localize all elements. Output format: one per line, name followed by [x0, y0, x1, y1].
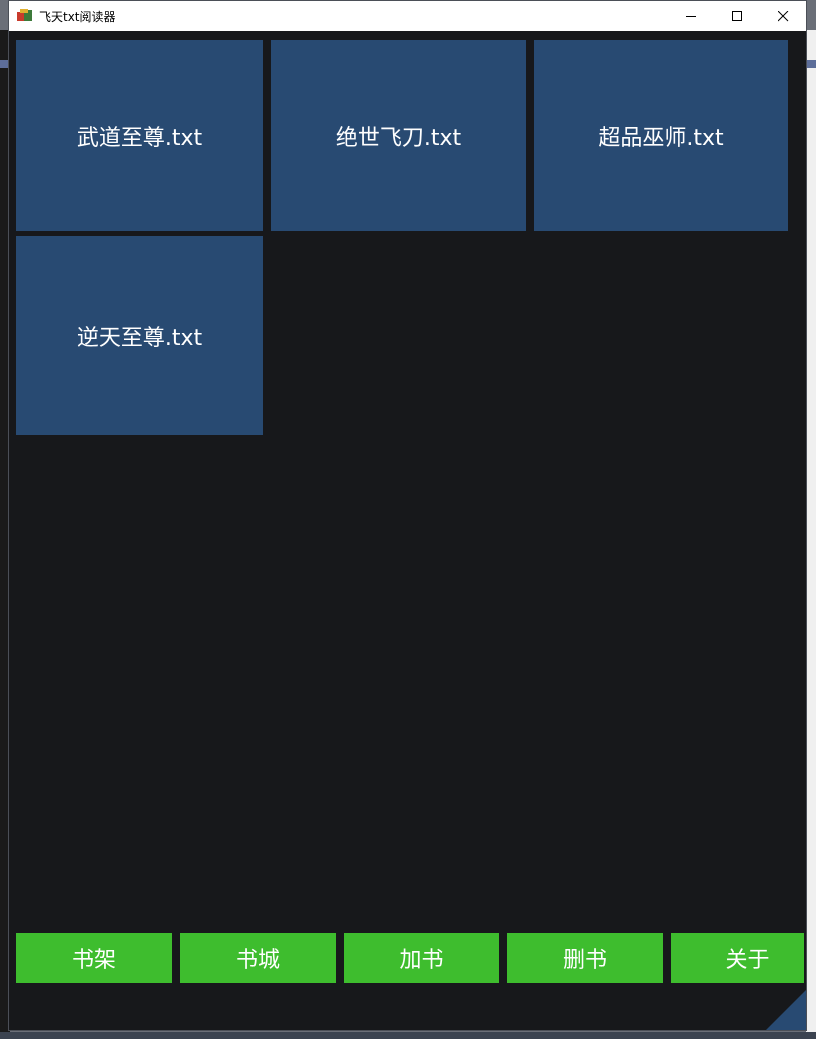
app-window: 飞天txt阅读器 武道至尊.txt 绝世飞刀.txt 超品巫师.txt 逆天至尊… — [8, 0, 807, 1031]
background-desktop-right — [806, 30, 816, 1039]
close-icon — [777, 10, 788, 21]
delete-book-button[interactable]: 删书 — [507, 933, 663, 983]
background-taskbar — [0, 1032, 816, 1039]
window-controls — [668, 1, 806, 31]
book-tile[interactable]: 武道至尊.txt — [16, 40, 263, 231]
maximize-button[interactable] — [714, 1, 760, 31]
title-bar[interactable]: 飞天txt阅读器 — [9, 1, 806, 31]
window-title: 飞天txt阅读器 — [39, 9, 116, 24]
resize-grip-icon[interactable] — [766, 990, 806, 1030]
bookstore-button[interactable]: 书城 — [180, 933, 336, 983]
close-button[interactable] — [760, 1, 806, 31]
maximize-icon — [731, 10, 742, 21]
minimize-button[interactable] — [668, 1, 714, 31]
book-tile[interactable]: 超品巫师.txt — [534, 40, 788, 231]
minimize-icon — [685, 15, 696, 17]
add-book-button[interactable]: 加书 — [344, 933, 499, 983]
about-button[interactable]: 关于 — [671, 933, 804, 983]
background-desktop-strip — [806, 60, 816, 68]
bookshelf-area: 武道至尊.txt 绝世飞刀.txt 超品巫师.txt 逆天至尊.txt 书架 书… — [9, 31, 806, 1030]
app-icon — [17, 9, 33, 23]
book-tile[interactable]: 逆天至尊.txt — [16, 236, 263, 435]
book-tile[interactable]: 绝世飞刀.txt — [271, 40, 526, 231]
bookshelf-button[interactable]: 书架 — [16, 933, 172, 983]
